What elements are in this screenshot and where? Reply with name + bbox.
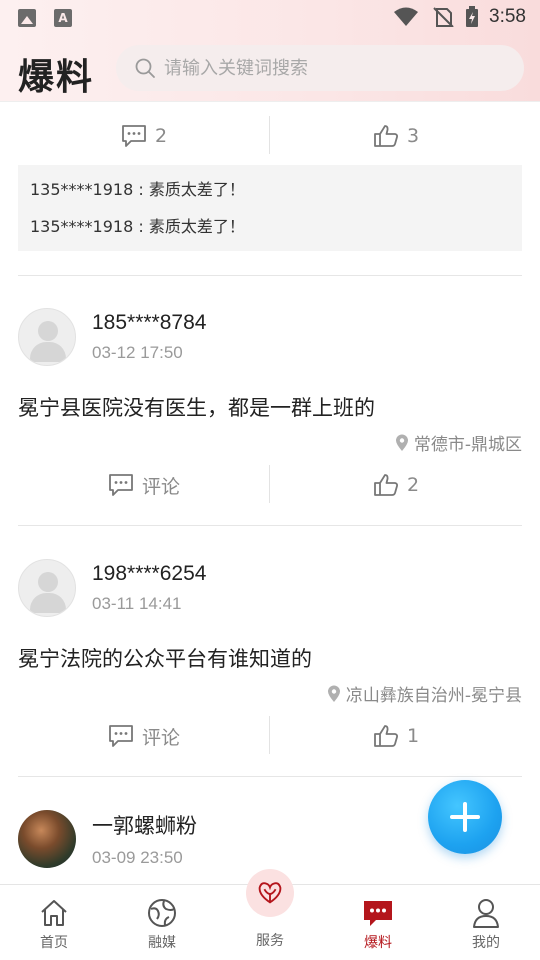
header: A 3:58 爆料 — [0, 0, 540, 102]
no-sim-icon — [433, 7, 454, 27]
post-author[interactable]: 198****6254 03-11 14:41 — [18, 559, 206, 617]
item-divider — [18, 525, 522, 526]
feed[interactable]: 2 3 135****1918 : 素质太差了！ 135****1918 : 素… — [0, 102, 540, 884]
page-title: 爆料 — [18, 56, 95, 98]
image-notification-icon — [18, 9, 36, 27]
status-bar: A 3:58 — [0, 0, 540, 36]
action-divider — [269, 716, 270, 754]
comment-button[interactable]: 评论 — [18, 716, 270, 756]
comment-count: 2 — [154, 125, 168, 147]
post-author[interactable]: 一郭螺蛳粉 03-09 23:50 — [18, 810, 197, 868]
like-count: 3 — [406, 125, 420, 147]
tab-label: 服务 — [256, 933, 284, 949]
author-name: 一郭螺蛳粉 — [92, 815, 197, 838]
battery-charging-icon — [466, 6, 479, 27]
globe-icon — [148, 899, 176, 927]
search-input[interactable] — [164, 57, 494, 79]
item-divider — [18, 776, 522, 777]
tab-baoliao[interactable]: 爆料 — [324, 885, 432, 960]
search-icon — [135, 58, 155, 78]
comment-button[interactable]: 评论 — [18, 465, 270, 505]
post-location: 凉山彝族自治州-冕宁县 — [326, 681, 522, 706]
comment-item: 135****1918 : 素质太差了！ — [30, 217, 245, 236]
location-label: 凉山彝族自治州-冕宁县 — [345, 686, 522, 706]
comment-item: 135****1918 : 素质太差了！ — [30, 180, 245, 199]
tab-label: 首页 — [40, 935, 68, 951]
home-icon — [41, 900, 67, 926]
comment-button[interactable]: 2 — [18, 116, 270, 156]
chat-dots-icon — [364, 901, 392, 926]
avatar[interactable] — [18, 559, 76, 617]
status-time: 3:58 — [489, 6, 526, 27]
text-notification-icon: A — [54, 9, 72, 27]
comment-icon — [122, 125, 146, 147]
comment-label: 评论 — [141, 726, 180, 749]
item-divider — [18, 275, 522, 276]
author-name: 185****8784 — [92, 311, 207, 334]
person-icon — [473, 899, 499, 928]
like-button[interactable]: 2 — [270, 465, 522, 505]
tab-label: 我的 — [472, 935, 500, 951]
plus-icon — [450, 802, 480, 832]
like-button[interactable]: 3 — [270, 116, 522, 156]
heart-hands-icon — [258, 882, 282, 904]
tab-mine[interactable]: 我的 — [432, 885, 540, 960]
tab-service[interactable]: 服务 — [216, 869, 324, 960]
thumbs-up-icon — [374, 474, 398, 496]
tab-media[interactable]: 融媒 — [108, 885, 216, 960]
comment-list: 135****1918 : 素质太差了！ 135****1918 : 素质太差了… — [18, 165, 522, 251]
service-badge — [246, 869, 294, 917]
tab-label: 爆料 — [364, 935, 392, 951]
action-divider — [269, 116, 270, 154]
post-location: 常德市-鼎城区 — [394, 430, 522, 455]
feed-item: 2 3 135****1918 : 素质太差了！ 135****1918 : 素… — [18, 114, 522, 274]
tab-label: 融媒 — [148, 935, 176, 951]
action-divider — [269, 465, 270, 503]
post-text[interactable]: 冕宁县医院没有医生，都是一群上班的 — [18, 392, 375, 422]
location-pin-icon — [395, 434, 408, 451]
post-time: 03-12 17:50 — [92, 343, 183, 362]
comment-label: 评论 — [141, 475, 180, 498]
location-label: 常德市-鼎城区 — [413, 435, 522, 455]
thumbs-up-icon — [374, 725, 398, 747]
comment-icon — [109, 474, 133, 496]
comment-icon — [109, 725, 133, 747]
tab-home[interactable]: 首页 — [0, 885, 108, 960]
feed-item[interactable]: 198****6254 03-11 14:41 冕宁法院的公众平台有谁知道的 凉… — [18, 559, 522, 759]
feed-item[interactable]: 185****8784 03-12 17:50 冕宁县医院没有医生，都是一群上班… — [18, 308, 522, 508]
post-actions: 评论 2 — [18, 465, 522, 505]
post-time: 03-11 14:41 — [92, 594, 182, 613]
location-pin-icon — [327, 685, 340, 702]
avatar[interactable] — [18, 810, 76, 868]
post-actions: 评论 1 — [18, 716, 522, 756]
thumbs-up-icon — [374, 125, 398, 147]
app-root: A 3:58 爆料 请输入关键词搜索 2 3 135****1918: 素质太… — [0, 0, 540, 960]
post-author[interactable]: 185****8784 03-12 17:50 — [18, 308, 206, 366]
avatar[interactable] — [18, 308, 76, 366]
post-time: 03-09 23:50 — [92, 848, 183, 867]
bottom-tab-bar: 首页 融媒 服务 爆料 我的 — [0, 869, 540, 960]
search-bar[interactable] — [116, 45, 524, 91]
like-count: 1 — [406, 725, 420, 747]
like-count: 2 — [406, 474, 420, 496]
add-post-button[interactable] — [428, 780, 502, 854]
post-text[interactable]: 冕宁法院的公众平台有谁知道的 — [18, 643, 312, 673]
author-name: 198****6254 — [92, 562, 207, 585]
like-button[interactable]: 1 — [270, 716, 522, 756]
wifi-icon — [394, 7, 419, 26]
post-actions: 2 3 — [18, 116, 522, 156]
